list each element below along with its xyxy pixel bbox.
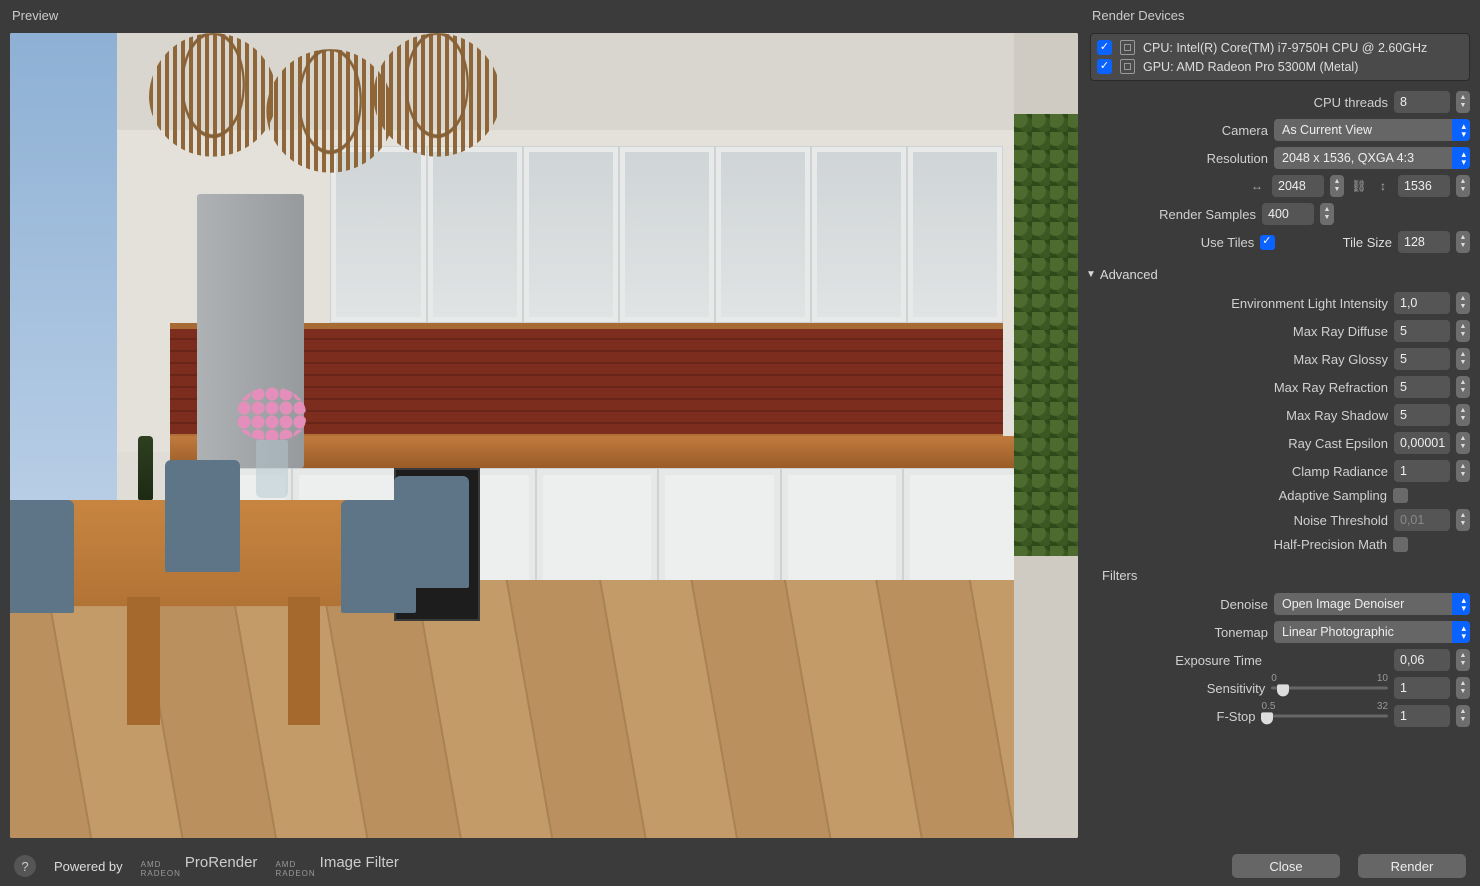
max-refraction-stepper[interactable]: ▲▼ xyxy=(1456,376,1470,398)
denoise-label: Denoise xyxy=(1090,597,1268,612)
max-diffuse-stepper[interactable]: ▲▼ xyxy=(1456,320,1470,342)
cpu-icon xyxy=(1120,40,1135,55)
image-filter-logo: AMD RADEON Image Filter xyxy=(275,854,398,878)
advanced-disclosure[interactable]: ▼ Advanced xyxy=(1086,267,1470,282)
height-icon: ↕ xyxy=(1374,179,1392,193)
cpu-threads-field[interactable]: 8 xyxy=(1394,91,1450,113)
clamp-radiance-stepper[interactable]: ▲▼ xyxy=(1456,460,1470,482)
tonemap-label: Tonemap xyxy=(1090,625,1268,640)
max-diffuse-field[interactable]: 5 xyxy=(1394,320,1450,342)
exposure-field[interactable]: 0,06 xyxy=(1394,649,1450,671)
fstop-label: F-Stop xyxy=(1090,709,1256,724)
sensitivity-stepper[interactable]: ▲▼ xyxy=(1456,677,1470,699)
half-precision-label: Half-Precision Math xyxy=(1090,537,1387,552)
advanced-title: Advanced xyxy=(1100,267,1158,282)
ray-epsilon-label: Ray Cast Epsilon xyxy=(1090,436,1388,451)
resolution-label: Resolution xyxy=(1090,151,1268,166)
render-devices-list: ✓ CPU: Intel(R) Core(TM) i7-9750H CPU @ … xyxy=(1090,33,1470,81)
env-light-field[interactable]: 1,0 xyxy=(1394,292,1450,314)
max-shadow-stepper[interactable]: ▲▼ xyxy=(1456,404,1470,426)
render-samples-label: Render Samples xyxy=(1090,207,1256,222)
denoise-select[interactable]: Open Image Denoiser▴▾ xyxy=(1274,593,1470,615)
device-gpu-checkbox[interactable]: ✓ xyxy=(1097,59,1112,74)
half-precision-checkbox[interactable] xyxy=(1393,537,1408,552)
device-cpu-label: CPU: Intel(R) Core(TM) i7-9750H CPU @ 2.… xyxy=(1143,41,1427,55)
height-field[interactable]: 1536 xyxy=(1398,175,1450,197)
max-shadow-label: Max Ray Shadow xyxy=(1090,408,1388,423)
max-glossy-label: Max Ray Glossy xyxy=(1090,352,1388,367)
preview-viewport[interactable] xyxy=(10,33,1078,838)
max-shadow-field[interactable]: 5 xyxy=(1394,404,1450,426)
gpu-icon xyxy=(1120,59,1135,74)
tonemap-select[interactable]: Linear Photographic▴▾ xyxy=(1274,621,1470,643)
chevron-down-icon: ▼ xyxy=(1086,269,1096,280)
max-glossy-stepper[interactable]: ▲▼ xyxy=(1456,348,1470,370)
clamp-radiance-label: Clamp Radiance xyxy=(1090,464,1388,479)
max-diffuse-label: Max Ray Diffuse xyxy=(1090,324,1388,339)
device-gpu-label: GPU: AMD Radeon Pro 5300M (Metal) xyxy=(1143,60,1358,74)
fstop-field[interactable]: 1 xyxy=(1394,705,1450,727)
env-light-label: Environment Light Intensity xyxy=(1090,296,1388,311)
render-samples-field[interactable]: 400 xyxy=(1262,203,1314,225)
sensitivity-field[interactable]: 1 xyxy=(1394,677,1450,699)
use-tiles-label: Use Tiles xyxy=(1090,235,1254,250)
env-light-stepper[interactable]: ▲▼ xyxy=(1456,292,1470,314)
tile-size-stepper[interactable]: ▲▼ xyxy=(1456,231,1470,253)
noise-threshold-stepper[interactable]: ▲▼ xyxy=(1456,509,1470,531)
max-refraction-field[interactable]: 5 xyxy=(1394,376,1450,398)
height-stepper[interactable]: ▲▼ xyxy=(1456,175,1470,197)
device-cpu-checkbox[interactable]: ✓ xyxy=(1097,40,1112,55)
exposure-stepper[interactable]: ▲▼ xyxy=(1456,649,1470,671)
clamp-radiance-field[interactable]: 1 xyxy=(1394,460,1450,482)
ray-epsilon-field[interactable]: 0,00001 xyxy=(1394,432,1450,454)
max-refraction-label: Max Ray Refraction xyxy=(1090,380,1388,395)
exposure-label: Exposure Time xyxy=(1090,653,1262,668)
width-stepper[interactable]: ▲▼ xyxy=(1330,175,1344,197)
link-icon[interactable]: ⛓ xyxy=(1350,179,1368,193)
width-field[interactable]: 2048 xyxy=(1272,175,1324,197)
tile-size-field[interactable]: 128 xyxy=(1398,231,1450,253)
adaptive-sampling-checkbox[interactable] xyxy=(1393,488,1408,503)
fstop-slider[interactable]: 0.5 32 xyxy=(1262,705,1389,727)
use-tiles-checkbox[interactable] xyxy=(1260,235,1275,250)
help-button[interactable]: ? xyxy=(14,855,36,877)
render-button[interactable]: Render xyxy=(1358,854,1466,878)
max-glossy-field[interactable]: 5 xyxy=(1394,348,1450,370)
prorender-logo: AMD RADEON ProRender xyxy=(141,854,258,878)
camera-label: Camera xyxy=(1090,123,1268,138)
cpu-threads-label: CPU threads xyxy=(1090,95,1388,110)
resolution-select[interactable]: 2048 x 1536, QXGA 4:3▴▾ xyxy=(1274,147,1470,169)
preview-title: Preview xyxy=(10,6,1078,29)
devices-title: Render Devices xyxy=(1090,6,1470,29)
cpu-threads-stepper[interactable]: ▲▼ xyxy=(1456,91,1470,113)
noise-threshold-field[interactable]: 0,01 xyxy=(1394,509,1450,531)
sensitivity-label: Sensitivity xyxy=(1090,681,1265,696)
noise-threshold-label: Noise Threshold xyxy=(1090,513,1388,528)
filters-title: Filters xyxy=(1102,568,1470,583)
sensitivity-slider[interactable]: 0 10 xyxy=(1271,677,1388,699)
width-icon: ↔ xyxy=(1248,179,1266,193)
camera-select[interactable]: As Current View▴▾ xyxy=(1274,119,1470,141)
adaptive-sampling-label: Adaptive Sampling xyxy=(1090,488,1387,503)
tile-size-label: Tile Size xyxy=(1281,235,1392,250)
close-button[interactable]: Close xyxy=(1232,854,1340,878)
fstop-stepper[interactable]: ▲▼ xyxy=(1456,705,1470,727)
powered-by-label: Powered by xyxy=(54,859,123,874)
ray-epsilon-stepper[interactable]: ▲▼ xyxy=(1456,432,1470,454)
render-samples-stepper[interactable]: ▲▼ xyxy=(1320,203,1334,225)
